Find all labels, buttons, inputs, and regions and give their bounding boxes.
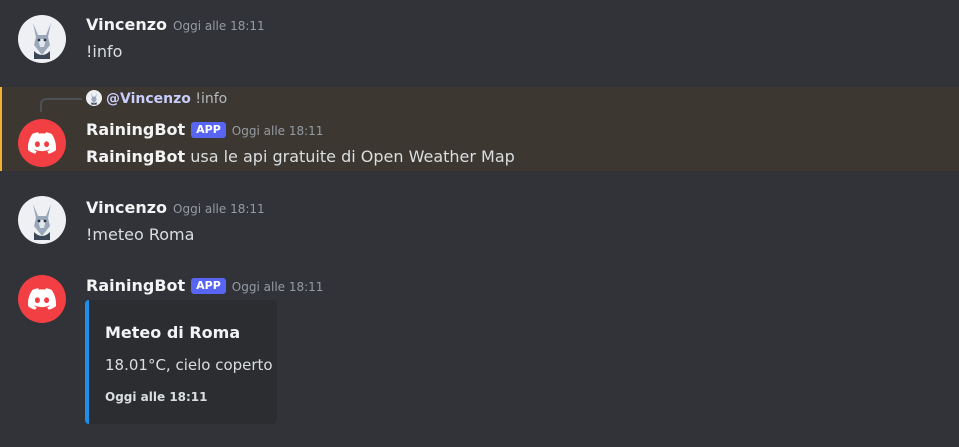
author-name[interactable]: RainingBot APP Oggi alle 18:11 bbox=[86, 276, 323, 295]
bold-bot-name: RainingBot bbox=[86, 147, 186, 166]
message-timestamp: Oggi alle 18:11 bbox=[231, 124, 324, 138]
wolf-avatar-icon bbox=[33, 204, 51, 240]
embed-description: 18.01°C, cielo coperto bbox=[105, 356, 273, 374]
author-name-text[interactable]: Vincenzo bbox=[86, 15, 167, 34]
author-name[interactable]: Vincenzo Oggi alle 18:11 bbox=[86, 15, 265, 34]
reply-mention[interactable]: @Vincenzo bbox=[106, 91, 191, 107]
discord-logo-icon bbox=[28, 288, 56, 310]
message-timestamp: Oggi alle 18:11 bbox=[173, 202, 265, 216]
embed-title: Meteo di Roma bbox=[105, 323, 241, 342]
author-name-text[interactable]: RainingBot bbox=[86, 120, 185, 139]
message-content: !meteo Roma bbox=[86, 225, 195, 244]
reply-avatar-icon bbox=[86, 90, 102, 106]
reply-preview[interactable]: @Vincenzo !info bbox=[86, 90, 227, 107]
reply-text: !info bbox=[195, 91, 228, 107]
reply-connector-line bbox=[40, 98, 82, 112]
author-name[interactable]: Vincenzo Oggi alle 18:11 bbox=[86, 198, 265, 217]
discord-logo-icon bbox=[28, 132, 56, 154]
message-content: !info bbox=[86, 42, 123, 61]
app-badge: APP bbox=[191, 122, 226, 138]
vincenzo-avatar[interactable] bbox=[18, 196, 66, 244]
rainingbot-avatar[interactable] bbox=[18, 275, 66, 323]
vincenzo-avatar[interactable] bbox=[18, 15, 66, 63]
author-name[interactable]: RainingBot APP Oggi alle 18:11 bbox=[86, 120, 323, 139]
author-name-text[interactable]: Vincenzo bbox=[86, 198, 167, 217]
author-name-text[interactable]: RainingBot bbox=[86, 276, 185, 295]
message-timestamp: Oggi alle 18:11 bbox=[173, 19, 265, 33]
message-timestamp: Oggi alle 18:11 bbox=[231, 280, 324, 294]
embed-footer: Oggi alle 18:11 bbox=[105, 390, 208, 404]
message-content: RainingBot usa le api gratuite di Open W… bbox=[86, 147, 515, 166]
app-badge: APP bbox=[191, 278, 226, 294]
weather-embed: Meteo di Roma 18.01°C, cielo coperto Ogg… bbox=[85, 300, 277, 424]
wolf-avatar-icon bbox=[33, 23, 51, 59]
message-text: usa le api gratuite di Open Weather Map bbox=[185, 147, 515, 166]
rainingbot-avatar[interactable] bbox=[18, 119, 66, 167]
